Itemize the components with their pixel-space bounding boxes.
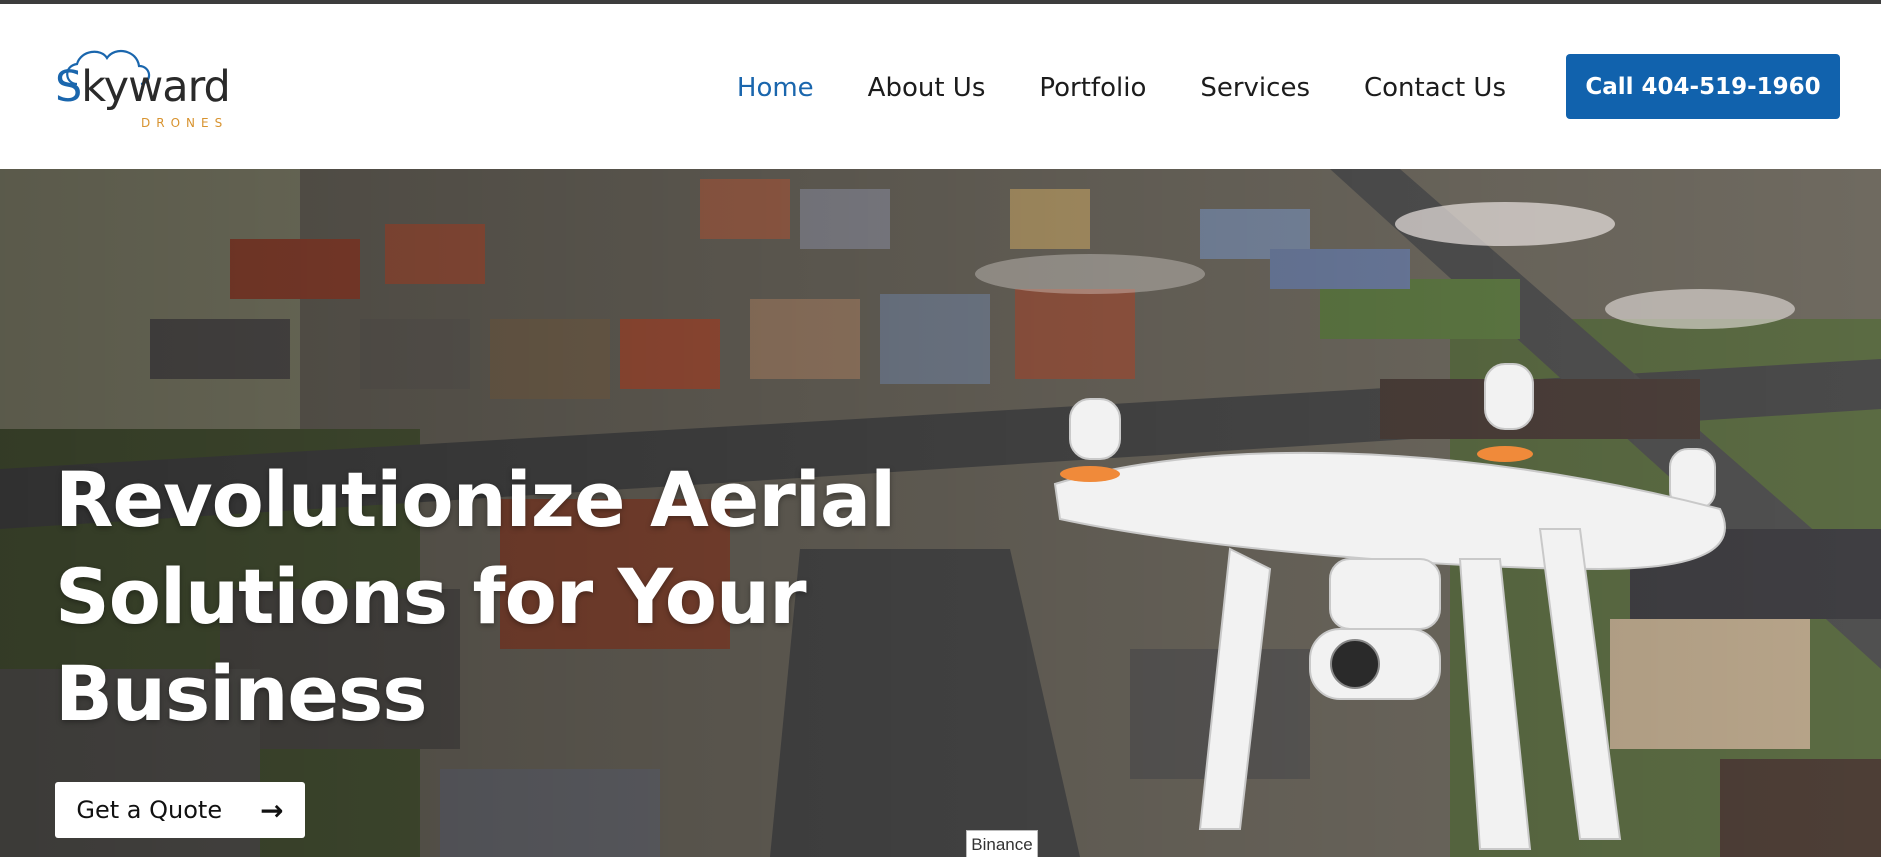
binance-tooltip: Binance	[966, 830, 1038, 857]
main-navigation: Home About Us Portfolio Services Contact…	[683, 68, 1506, 108]
site-header: Skyward DRONES Home About Us Portfolio S…	[0, 4, 1881, 169]
nav-about-us[interactable]: About Us	[868, 68, 986, 108]
call-phone-button[interactable]: Call 404-519-1960	[1566, 54, 1840, 119]
site-logo[interactable]: Skyward DRONES	[55, 44, 245, 134]
nav-home[interactable]: Home	[737, 68, 814, 108]
nav-contact-us[interactable]: Contact Us	[1364, 68, 1506, 108]
logo-wordmark: Skyward	[55, 62, 231, 112]
get-a-quote-label: Get a Quote	[76, 796, 223, 824]
hero-section: Revolutionize Aerial Solutions for Your …	[0, 169, 1881, 857]
nav-portfolio[interactable]: Portfolio	[1039, 68, 1146, 108]
get-a-quote-button[interactable]: Get a Quote →	[55, 782, 305, 838]
arrow-right-icon: →	[260, 793, 284, 827]
nav-services[interactable]: Services	[1200, 68, 1310, 108]
logo-tagline: DRONES	[141, 116, 229, 130]
hero-headline: Revolutionize Aerial Solutions for Your …	[55, 455, 896, 738]
